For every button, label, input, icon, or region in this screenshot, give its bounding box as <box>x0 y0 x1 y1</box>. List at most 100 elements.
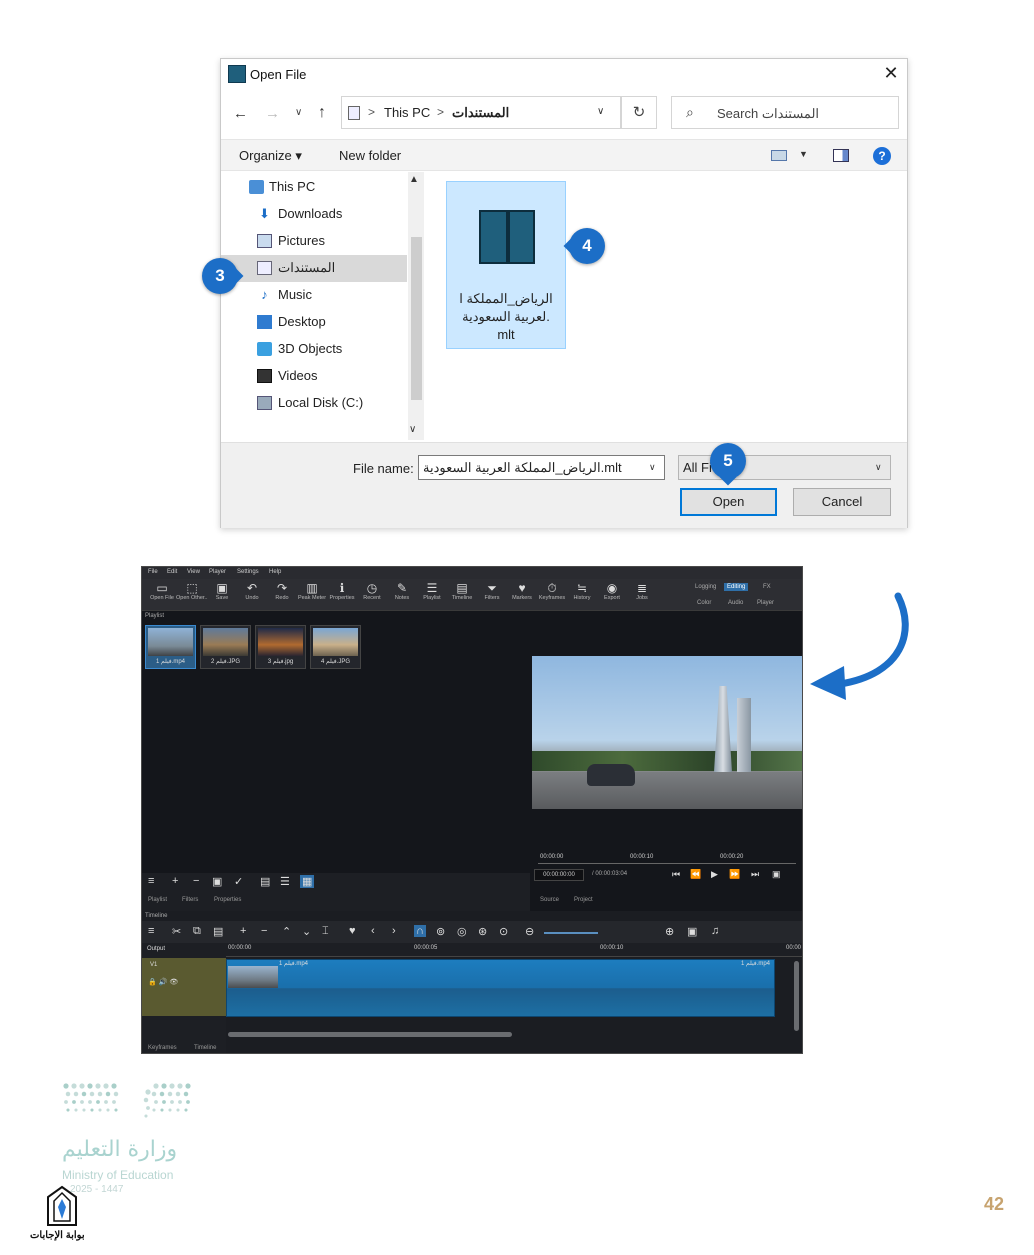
properties-button[interactable]: ℹ Properties <box>326 581 358 601</box>
nav-item[interactable]: Videos <box>221 363 407 390</box>
rewind-icon[interactable]: ⏪ <box>690 869 701 880</box>
timecode-current[interactable]: 00:00:00:00 <box>534 869 584 881</box>
nav-item[interactable]: Desktop <box>221 309 407 336</box>
scroll-down-icon[interactable]: ∨ <box>409 424 416 435</box>
timeline-scrollbar[interactable] <box>228 1032 512 1037</box>
refresh-icon[interactable]: ↻ <box>621 96 657 129</box>
chevron-down-icon[interactable]: ∨ <box>875 462 882 473</box>
layout-audio[interactable]: Audio <box>728 600 743 606</box>
tab-project[interactable]: Project <box>574 897 593 903</box>
tab-source[interactable]: Source <box>540 897 559 903</box>
remove-icon[interactable]: − <box>193 875 199 887</box>
breadcrumb-this-pc[interactable]: This PC <box>384 105 430 120</box>
track-controls[interactable]: 🔒 🔊 👁 <box>148 978 178 986</box>
scrub-icon[interactable]: ⊚ <box>436 925 445 938</box>
timeline-ruler[interactable]: 00:00:00 00:00:05 00:00:10 00:00 <box>226 943 802 957</box>
timeline-button[interactable]: ▤ Timeline <box>446 581 478 601</box>
organize-button[interactable]: Organize ▾ <box>239 148 302 164</box>
scroll-up-icon[interactable]: ▲ <box>409 174 419 185</box>
menu-icon[interactable]: ≡ <box>148 875 154 887</box>
new-folder-button[interactable]: New folder <box>339 148 401 163</box>
overwrite-icon[interactable]: ⌄ <box>302 925 311 938</box>
nav-item[interactable]: ♪ Music <box>221 282 407 309</box>
markers-button[interactable]: ♥ Markers <box>506 581 538 601</box>
redo-button[interactable]: ↷ Redo <box>266 581 298 601</box>
menu-settings[interactable]: Settings <box>237 569 259 575</box>
history-button[interactable]: ≒ History <box>566 581 598 601</box>
zoom-slider[interactable] <box>544 932 598 934</box>
timeline-vscrollbar[interactable] <box>794 961 799 1031</box>
remove-icon[interactable]: − <box>261 925 267 937</box>
tab-keyframes[interactable]: Keyframes <box>148 1045 177 1051</box>
export-button[interactable]: ◉ Export <box>596 581 628 601</box>
append-icon[interactable]: + <box>240 925 246 937</box>
playlist-item[interactable]: 3 فيلم.jpg <box>255 625 306 669</box>
preview-pane-icon[interactable] <box>833 149 849 162</box>
grid-view-icon[interactable]: ▦ <box>300 875 315 888</box>
nav-item[interactable]: This PC <box>221 174 407 201</box>
nav-scrollbar-thumb[interactable] <box>411 237 422 400</box>
forward-arrow-icon[interactable]: → <box>265 105 280 122</box>
menu-file[interactable]: File <box>148 569 158 575</box>
marker-icon[interactable]: ♥ <box>349 925 356 937</box>
search-box[interactable]: ⌕ Search المستندات <box>671 96 899 129</box>
address-bar[interactable]: > This PC > المستندات ∨ <box>341 96 621 129</box>
breadcrumb-documents[interactable]: المستندات <box>452 105 509 121</box>
prev-marker-icon[interactable]: ‹ <box>371 925 375 937</box>
nav-item[interactable]: ⬇ Downloads <box>221 201 407 228</box>
scrub-ruler[interactable]: 00:00:00 00:00:10 00:00:20 <box>538 854 796 864</box>
snap-icon[interactable]: ∩ <box>414 925 426 937</box>
open-other-button[interactable]: ⬚ Open Other... <box>176 581 208 601</box>
details-view-icon[interactable]: ▤ <box>260 875 270 888</box>
open-button[interactable]: Open <box>680 488 777 516</box>
zoom-toggle-icon[interactable]: ▣ <box>772 869 781 880</box>
layout-editing[interactable]: Editing <box>724 583 749 591</box>
peak-meter-button[interactable]: ▥ Peak Meter <box>296 581 328 601</box>
tab-filters[interactable]: Filters <box>182 897 198 903</box>
lift-icon[interactable]: ⌃ <box>282 925 291 938</box>
nav-item[interactable]: Pictures <box>221 228 407 255</box>
timeline-clip[interactable]: فيلم 1.mp4 فيلم 1.mp4 <box>226 959 775 1017</box>
view-icon[interactable] <box>771 150 787 161</box>
ripple-all-icon[interactable]: ⊛ <box>478 925 487 938</box>
playlist-button[interactable]: ☰ Playlist <box>416 581 448 601</box>
playlist-item[interactable]: 1 فيلم.mp4 <box>145 625 196 669</box>
tab-playlist[interactable]: Playlist <box>148 897 167 903</box>
cancel-button[interactable]: Cancel <box>793 488 891 516</box>
chevron-down-icon[interactable]: ∨ <box>649 462 656 473</box>
nav-item[interactable]: 3D Objects <box>221 336 407 363</box>
ripple-icon[interactable]: ◎ <box>457 925 467 938</box>
layout-player[interactable]: Player <box>757 600 774 606</box>
up-arrow-icon[interactable]: ↑ <box>318 104 326 122</box>
notes-button[interactable]: ✎ Notes <box>386 581 418 601</box>
paste-icon[interactable]: ▤ <box>213 925 223 938</box>
split-icon[interactable]: ⌶ <box>322 925 329 938</box>
next-marker-icon[interactable]: › <box>392 925 396 937</box>
file-item-mlt[interactable]: الرياض_المملكة ا لعربية السعودية. mlt <box>446 181 566 349</box>
copy-icon[interactable]: ⧉ <box>193 925 201 938</box>
chevron-down-icon[interactable]: ∨ <box>597 106 604 117</box>
close-icon[interactable]: ✕ <box>881 63 901 84</box>
chevron-down-icon[interactable]: ∨ <box>295 107 302 118</box>
save-button[interactable]: ▣ Save <box>206 581 238 601</box>
chevron-down-icon[interactable]: ▼ <box>799 149 808 159</box>
playlist-item[interactable]: 4 فيلم.JPG <box>310 625 361 669</box>
undo-button[interactable]: ↶ Undo <box>236 581 268 601</box>
zoom-in-icon[interactable]: ⊕ <box>665 925 674 938</box>
skip-end-icon[interactable]: ⏭ <box>751 869 759 880</box>
menu-icon[interactable]: ≡ <box>148 925 154 937</box>
zoom-out-icon[interactable]: ⊖ <box>525 925 534 938</box>
nav-item[interactable]: Local Disk (C:) <box>221 390 407 417</box>
tab-timeline[interactable]: Timeline <box>194 1045 216 1051</box>
playlist-item[interactable]: 2 فيلم.JPG <box>200 625 251 669</box>
track-v1-header[interactable]: V1 🔒 🔊 👁 <box>142 958 226 1016</box>
list-view-icon[interactable]: ☰ <box>280 875 290 888</box>
skip-start-icon[interactable]: ⏮ <box>672 869 680 880</box>
menu-edit[interactable]: Edit <box>167 569 177 575</box>
cut-icon[interactable]: ✂ <box>172 925 181 938</box>
menu-player[interactable]: Player <box>209 569 226 575</box>
check-icon[interactable]: ✓ <box>234 875 243 888</box>
filters-button[interactable]: ⏷ Filters <box>476 581 508 601</box>
zoom-fit-icon[interactable]: ▣ <box>687 925 697 938</box>
play-icon[interactable]: ▶ <box>711 869 718 880</box>
